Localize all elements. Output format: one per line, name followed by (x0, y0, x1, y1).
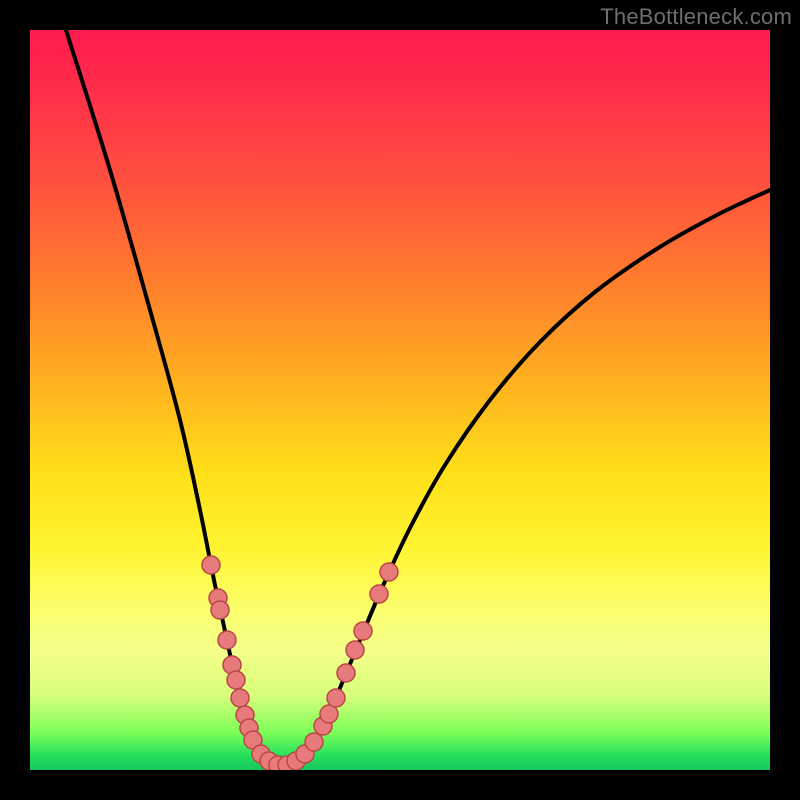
data-marker (218, 631, 236, 649)
data-marker (354, 622, 372, 640)
watermark-text: TheBottleneck.com (600, 4, 792, 30)
data-marker (346, 641, 364, 659)
data-marker (370, 585, 388, 603)
chart-stage: TheBottleneck.com (0, 0, 800, 800)
data-markers (202, 556, 398, 770)
data-marker (305, 733, 323, 751)
data-marker (337, 664, 355, 682)
data-marker (231, 689, 249, 707)
bottleneck-curve (66, 30, 770, 766)
data-marker (380, 563, 398, 581)
data-marker (327, 689, 345, 707)
data-marker (202, 556, 220, 574)
data-marker (211, 601, 229, 619)
data-marker (227, 671, 245, 689)
plot-area (30, 30, 770, 770)
curve-svg (30, 30, 770, 770)
